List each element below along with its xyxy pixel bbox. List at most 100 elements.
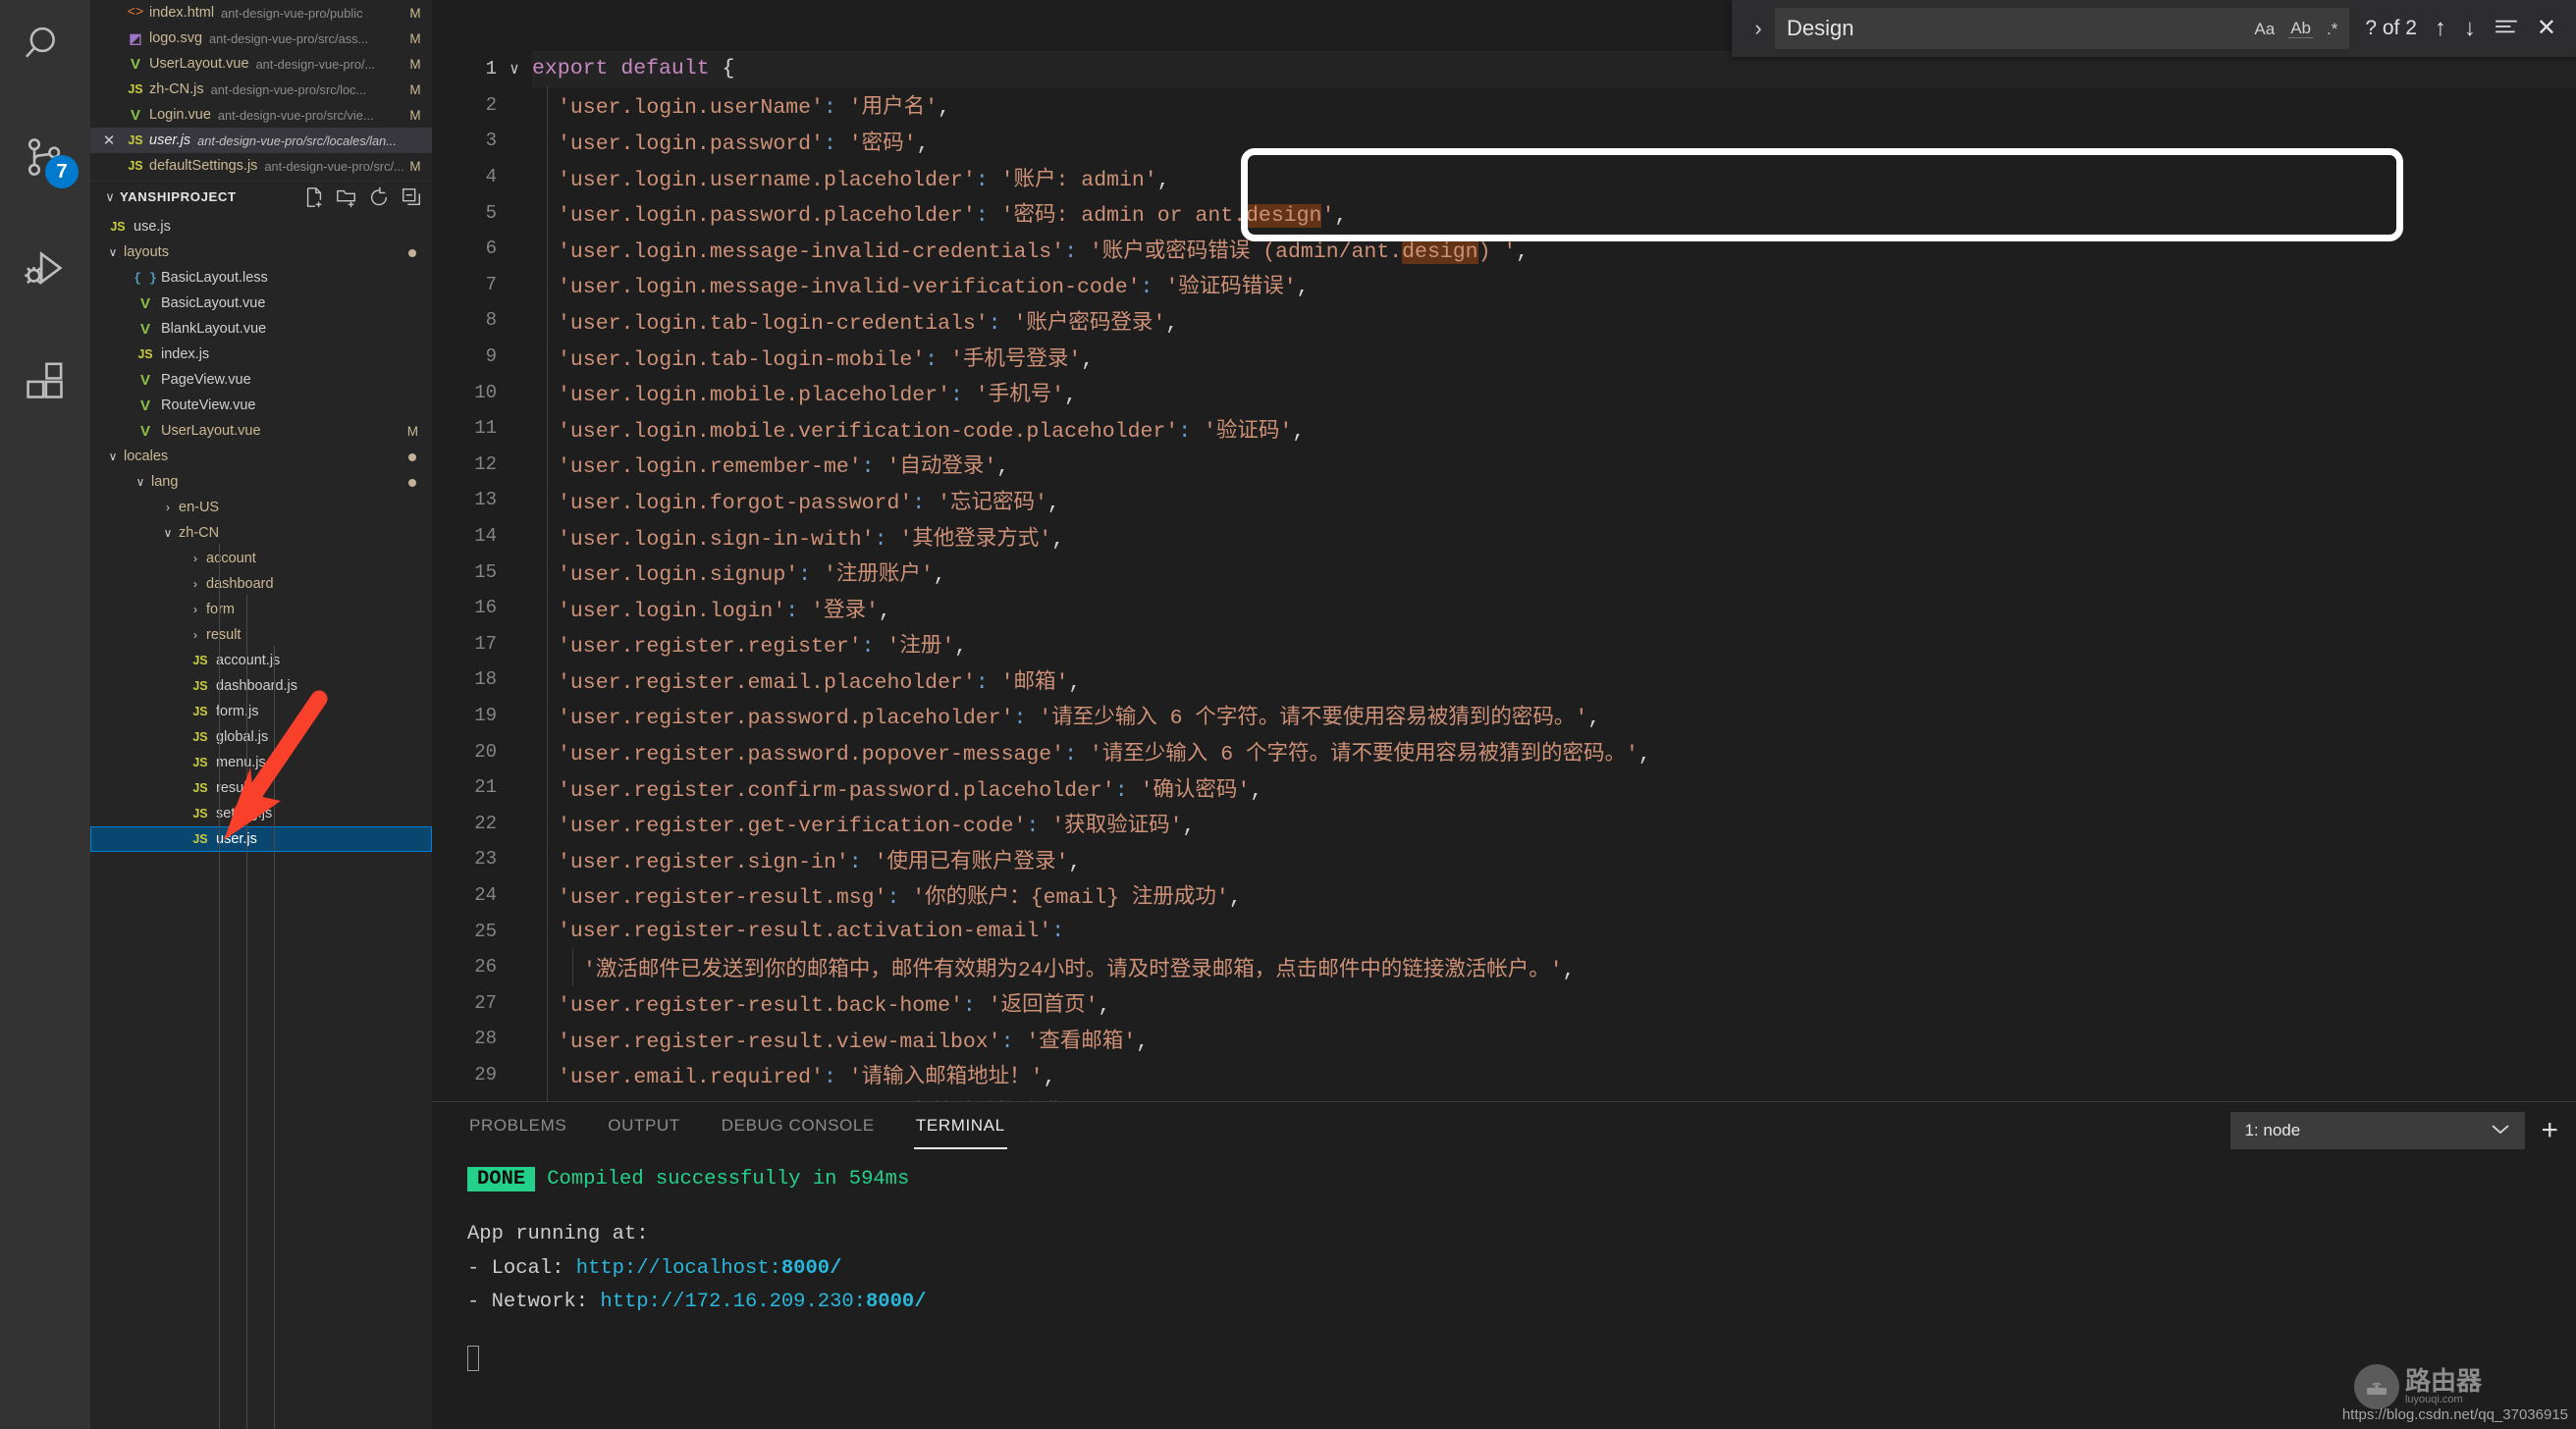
- find-widget[interactable]: › Design Aa Ab .* ? of 2 ↑ ↓ ✕: [1732, 0, 2576, 57]
- panel-tab-problems[interactable]: PROBLEMS: [467, 1106, 568, 1149]
- open-editor-name: defaultSettings.js: [149, 158, 258, 174]
- chevron-right-icon[interactable]: ›: [187, 577, 204, 591]
- local-url[interactable]: http://localhost:8000/: [576, 1257, 842, 1280]
- tree-file[interactable]: JS menu.js: [90, 750, 432, 775]
- arrow-up-icon[interactable]: ↑: [2435, 17, 2446, 40]
- tree-folder[interactable]: › en-US: [90, 495, 432, 520]
- done-badge: DONE: [467, 1167, 536, 1191]
- vue-icon: V: [139, 294, 150, 312]
- tree-file[interactable]: V BasicLayout.vue: [90, 291, 432, 316]
- open-editor-item[interactable]: ✕VUserLayout.vueant-design-vue-pro/...M: [90, 51, 432, 77]
- open-editor-item[interactable]: ✕<>index.htmlant-design-vue-pro/publicM: [90, 0, 432, 26]
- line-number: 10: [474, 381, 497, 403]
- terminal-cursor: [467, 1345, 479, 1371]
- tree-file[interactable]: { } BasicLayout.less: [90, 265, 432, 291]
- code-text: 'user.login.sign-in-with': '其他登录方式',: [558, 527, 1065, 552]
- tree-label: form.js: [216, 704, 259, 719]
- tree-file[interactable]: JS account.js: [90, 648, 432, 673]
- open-editor-item[interactable]: ✕ JS user.js ant-design-vue-pro/src/locales…: [90, 128, 432, 153]
- folder-modified-dot: [408, 479, 416, 487]
- line-number: 14: [474, 525, 497, 548]
- open-editor-item[interactable]: ✕VLogin.vueant-design-vue-pro/src/vie...…: [90, 102, 432, 128]
- line-number: 19: [474, 704, 497, 726]
- tree-folder[interactable]: ∨ locales: [90, 444, 432, 469]
- open-editor-status: M: [409, 81, 421, 97]
- tree-file[interactable]: JS index.js: [90, 342, 432, 367]
- new-terminal-icon[interactable]: +: [2541, 1116, 2558, 1145]
- extensions-icon[interactable]: [0, 336, 90, 426]
- new-folder-icon[interactable]: [336, 186, 357, 208]
- chevron-down-icon[interactable]: ∨: [100, 189, 120, 205]
- source-control-icon[interactable]: 7: [0, 112, 90, 202]
- bottom-panel: PROBLEMS OUTPUT DEBUG CONSOLE TERMINAL 1: n…: [432, 1101, 2576, 1429]
- chevron-down-icon[interactable]: [2490, 1121, 2511, 1140]
- tree-folder[interactable]: › result: [90, 622, 432, 648]
- tree-folder[interactable]: › account: [90, 546, 432, 571]
- code-text: 'user.login.message-invalid-credentials'…: [558, 239, 1530, 264]
- chevron-right-icon[interactable]: ›: [159, 501, 177, 514]
- tree-file[interactable]: V BlankLayout.vue: [90, 316, 432, 342]
- arrow-down-icon[interactable]: ↓: [2464, 17, 2476, 40]
- chevron-right-icon[interactable]: ›: [187, 603, 204, 616]
- chevron-right-icon[interactable]: ›: [187, 628, 204, 642]
- network-url[interactable]: http://172.16.209.230:8000/: [600, 1291, 926, 1313]
- panel-tab-debug-console[interactable]: DEBUG CONSOLE: [720, 1106, 877, 1149]
- refresh-icon[interactable]: [368, 186, 390, 208]
- find-in-selection-icon[interactable]: [2494, 17, 2519, 41]
- tree-file[interactable]: JS use.js: [90, 214, 432, 239]
- match-case-icon[interactable]: Aa: [2254, 21, 2275, 37]
- tree-folder[interactable]: ∨ zh-CN: [90, 520, 432, 546]
- network-url-line: - Network: http://172.16.209.230:8000/: [467, 1286, 2576, 1319]
- tree-folder[interactable]: ∨ lang: [90, 469, 432, 495]
- tree-file[interactable]: V PageView.vue: [90, 367, 432, 393]
- chevron-down-icon[interactable]: ∨: [104, 245, 122, 259]
- open-editor-status: M: [409, 5, 421, 21]
- tree-file[interactable]: JS global.js: [90, 724, 432, 750]
- open-editor-item[interactable]: ✕JSdefaultSettings.jsant-design-vue-pro/…: [90, 153, 432, 179]
- code-line: 26 '激活邮件已发送到你的邮箱中，邮件有效期为24小时。请及时登录邮箱，点击邮件…: [432, 949, 2576, 985]
- regex-icon[interactable]: .*: [2327, 21, 2337, 37]
- line-number: 26: [474, 956, 497, 979]
- collapse-all-icon[interactable]: [401, 186, 422, 208]
- chevron-down-icon[interactable]: ∨: [159, 526, 177, 540]
- tree-file[interactable]: JS setting.js: [90, 801, 432, 826]
- code-line: 24 'user.register-result.msg': '你的账户：{ema…: [432, 877, 2576, 914]
- panel-tab-terminal[interactable]: TERMINAL: [913, 1106, 1007, 1149]
- open-editor-item[interactable]: ✕JSzh-CN.jsant-design-vue-pro/src/loc...…: [90, 77, 432, 102]
- code-text: 'user.login.tab-login-credentials': '账户密…: [558, 311, 1179, 336]
- terminal-output[interactable]: DONE Compiled successfully in 594ms App r…: [432, 1153, 2576, 1429]
- chevron-down-icon[interactable]: ∨: [132, 475, 149, 489]
- search-icon[interactable]: [0, 0, 90, 90]
- open-editor-item[interactable]: ✕◩logo.svgant-design-vue-pro/src/ass...M: [90, 26, 432, 51]
- close-icon[interactable]: ✕: [96, 132, 122, 149]
- explorer-section-header[interactable]: ∨ YANSHIPROJECT: [90, 181, 432, 212]
- code-line: 23 'user.register.sign-in': '使用已有账户登录',: [432, 841, 2576, 877]
- tree-folder[interactable]: › form: [90, 597, 432, 622]
- chevron-right-icon[interactable]: ›: [1742, 16, 1775, 41]
- run-debug-icon[interactable]: [0, 224, 90, 314]
- tree-file[interactable]: JS form.js: [90, 699, 432, 724]
- js-icon: JS: [128, 159, 143, 173]
- tree-file[interactable]: V UserLayout.vue M: [90, 418, 432, 444]
- tree-folder[interactable]: › dashboard: [90, 571, 432, 597]
- line-number: 22: [474, 812, 497, 834]
- tree-file[interactable]: JS result.js: [90, 775, 432, 801]
- code-editor[interactable]: 1 ∨ export default {2 'user.login.userName'…: [432, 0, 2576, 1101]
- chevron-right-icon[interactable]: ›: [187, 552, 204, 565]
- tree-file[interactable]: JS dashboard.js: [90, 673, 432, 699]
- code-text: 'user.register.register': '注册',: [558, 635, 968, 660]
- js-icon: JS: [192, 832, 208, 846]
- open-editor-name: logo.svg: [149, 30, 203, 46]
- find-input[interactable]: Design Aa Ab .*: [1775, 8, 2350, 49]
- tree-file[interactable]: JS user.js: [90, 826, 432, 852]
- fold-icon[interactable]: ∨: [497, 59, 532, 79]
- tree-file[interactable]: V RouteView.vue: [90, 393, 432, 418]
- terminal-select[interactable]: 1: node: [2230, 1112, 2526, 1149]
- chevron-down-icon[interactable]: ∨: [104, 450, 122, 463]
- open-editor-path: ant-design-vue-pro/src/locales/lan...: [197, 132, 397, 148]
- close-icon[interactable]: ✕: [2537, 17, 2556, 40]
- panel-tab-output[interactable]: OUTPUT: [606, 1106, 681, 1149]
- tree-folder[interactable]: ∨ layouts: [90, 239, 432, 265]
- new-file-icon[interactable]: [303, 186, 325, 208]
- whole-word-icon[interactable]: Ab: [2288, 19, 2313, 38]
